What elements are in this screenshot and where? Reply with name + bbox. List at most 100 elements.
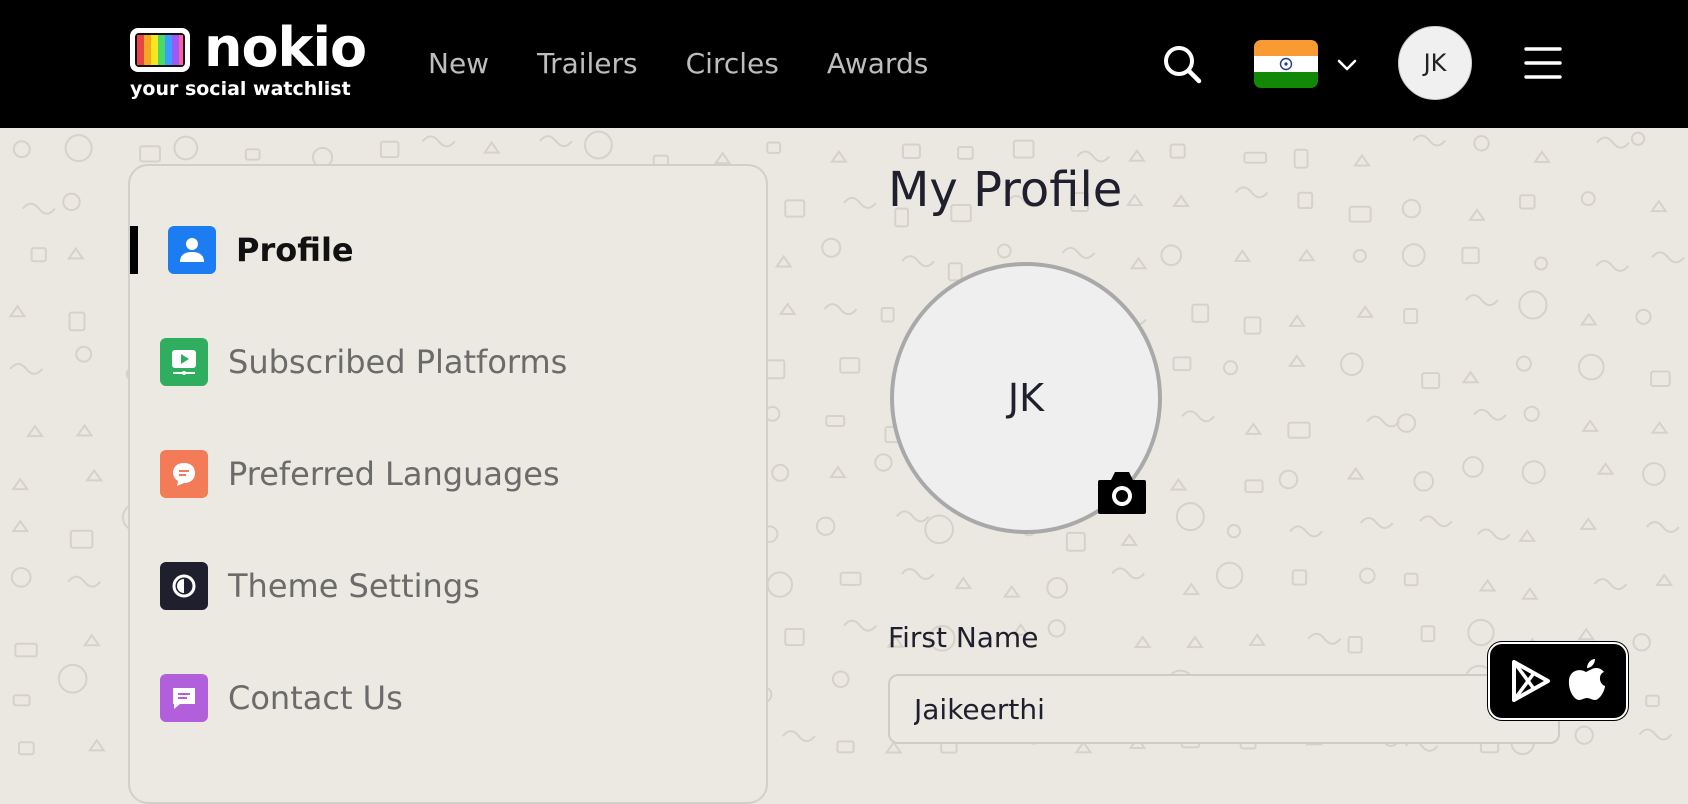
doodle-shape	[1047, 619, 1066, 638]
country-flag-button[interactable]	[1254, 40, 1318, 88]
doodle-shape	[57, 663, 88, 694]
doodle-shape	[1596, 462, 1615, 475]
doodle-shape	[1534, 256, 1549, 271]
doodle-shape	[8, 304, 27, 318]
doodle-shape	[1111, 567, 1146, 580]
doodle-shape	[1581, 419, 1600, 432]
doodle-shape	[1468, 208, 1486, 221]
doodle-shape	[1297, 191, 1314, 209]
sidebar-item-label: Profile	[236, 231, 354, 269]
doodle-shape	[1577, 353, 1605, 381]
doodle-shape	[1366, 415, 1401, 428]
doodle-shape	[829, 149, 848, 163]
sidebar-item-subscribed-platforms[interactable]: Subscribed Platforms	[130, 324, 766, 400]
app-download-badge[interactable]	[1488, 642, 1628, 720]
doodle-shape	[1403, 572, 1419, 587]
doodle-shape	[1413, 470, 1435, 492]
doodle-shape	[85, 468, 104, 482]
doodle-shape	[1128, 149, 1146, 162]
sidebar-item-theme-settings[interactable]: Theme Settings	[130, 548, 766, 624]
sidebar-item-label: Contact Us	[228, 679, 403, 717]
nav-awards[interactable]: Awards	[827, 44, 928, 84]
doodle-shape	[1464, 294, 1499, 307]
hamburger-menu-icon[interactable]	[1524, 44, 1562, 82]
doodle-shape	[75, 345, 93, 363]
doodle-shape	[1125, 193, 1144, 207]
doodle-shape	[825, 414, 846, 427]
doodle-shape	[9, 362, 44, 375]
doodle-shape	[1467, 618, 1495, 647]
google-play-icon	[1512, 660, 1550, 702]
doodle-shape	[421, 135, 456, 148]
doodle-shape	[784, 199, 806, 218]
doodle-shape	[1289, 525, 1323, 538]
doodle-shape	[1287, 354, 1306, 367]
brand-logo[interactable]: nokio your social watchlist	[128, 16, 367, 104]
flag-stripe-green	[1254, 72, 1318, 88]
brand-name: nokio	[204, 16, 367, 79]
nav-trailers[interactable]: Trailers	[537, 44, 638, 84]
sidebar-item-contact-us[interactable]: Contact Us	[130, 660, 766, 736]
doodle-shape	[539, 135, 573, 148]
doodle-shape	[1172, 194, 1190, 208]
sidebar-item-label: Theme Settings	[228, 567, 480, 605]
doodle-shape	[1288, 314, 1307, 327]
camera-icon[interactable]	[1096, 468, 1148, 516]
sidebar-item-label: Preferred Languages	[228, 455, 560, 493]
first-name-input[interactable]	[888, 674, 1560, 744]
doodle-shape	[1233, 249, 1252, 262]
doodle-shape	[901, 143, 921, 160]
doodle-shape	[1248, 633, 1267, 646]
doodle-shape	[1169, 143, 1186, 159]
page-title: My Profile	[888, 162, 1123, 218]
doodle-shape	[1473, 408, 1507, 421]
doodle-shape	[1181, 410, 1216, 423]
doodle-shape	[1222, 360, 1239, 376]
doodle-shape	[924, 514, 954, 545]
doodle-shape	[1169, 477, 1188, 491]
chevron-down-icon[interactable]	[1336, 54, 1358, 76]
doodle-shape	[1630, 131, 1646, 146]
doodle-shape	[1046, 577, 1069, 599]
doodle-shape	[778, 302, 797, 316]
nav-new[interactable]: New	[428, 44, 489, 84]
doodle-shape	[1182, 582, 1201, 596]
tv-logo-icon	[130, 28, 190, 72]
doodle-shape	[584, 130, 613, 160]
doodle-shape	[1347, 635, 1363, 654]
doodle-shape	[843, 196, 877, 209]
doodle-shape	[1396, 413, 1417, 433]
nav-circles[interactable]: Circles	[686, 44, 779, 84]
doodle-shape	[68, 311, 86, 332]
doodle-shape	[1461, 246, 1480, 265]
flag-stripe-white	[1254, 56, 1318, 72]
doodle-shape	[1595, 259, 1629, 272]
doodle-shape	[1012, 139, 1035, 159]
doodle-shape	[1579, 517, 1598, 530]
doodle-shape	[1340, 352, 1364, 377]
user-avatar-button[interactable]: JK	[1398, 26, 1472, 100]
doodle-shape	[774, 254, 793, 268]
doodle-shape	[87, 738, 106, 752]
doodle-shape	[1352, 248, 1367, 263]
sidebar-item-label: Subscribed Platforms	[228, 343, 568, 381]
doodle-shape	[1519, 194, 1536, 210]
sidebar-item-profile[interactable]: Profile	[130, 212, 766, 288]
doodle-shape	[11, 519, 30, 533]
doodle-shape	[12, 140, 31, 159]
search-icon[interactable]	[1162, 44, 1202, 84]
doodle-shape	[1244, 422, 1263, 435]
doodle-shape	[62, 192, 81, 212]
doodle-shape	[1243, 316, 1262, 335]
doodle-shape	[1133, 635, 1152, 649]
doodle-shape	[1359, 567, 1376, 584]
main-nav: New Trailers Circles Awards	[428, 44, 976, 84]
doodle-shape	[1403, 307, 1419, 325]
doodle-shape	[836, 740, 855, 754]
doodle-shape	[1580, 191, 1596, 207]
doodle-shape	[139, 145, 161, 163]
doodle-shape	[17, 741, 35, 756]
doodle-shape	[901, 567, 935, 580]
doodle-shape	[1226, 523, 1242, 539]
sidebar-item-preferred-languages[interactable]: Preferred Languages	[130, 436, 766, 512]
